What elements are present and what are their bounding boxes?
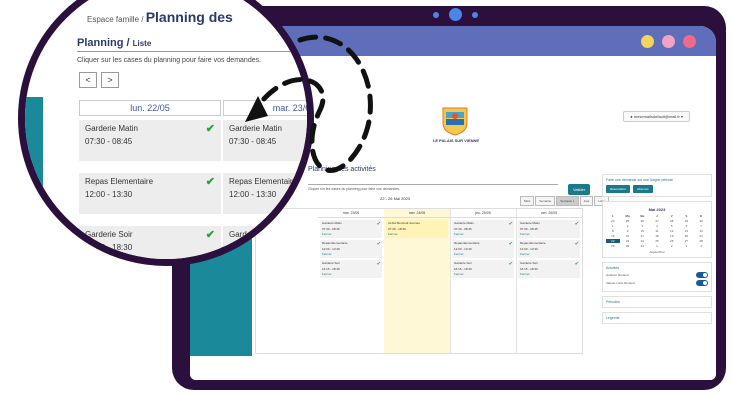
dashed-arrow-icon bbox=[245, 34, 373, 173]
